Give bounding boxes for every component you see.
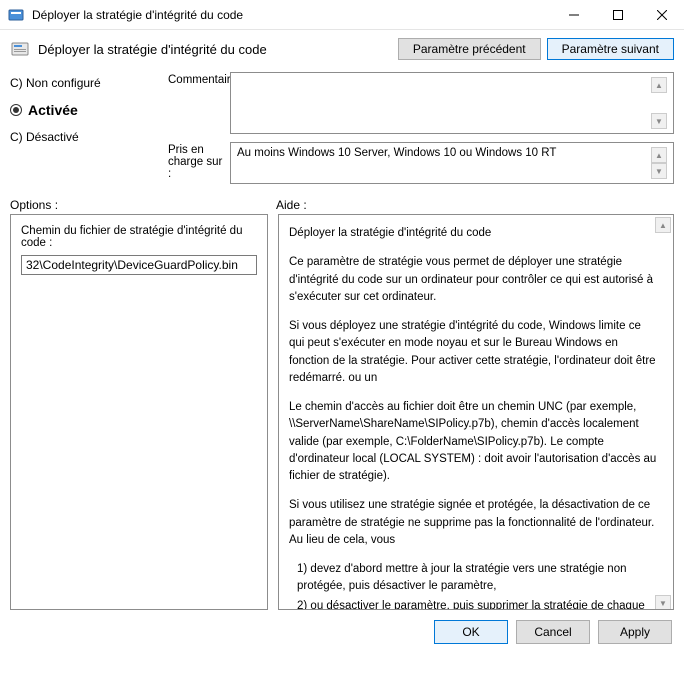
app-icon <box>8 7 24 23</box>
radio-not-configured[interactable]: C) Non configuré <box>10 76 150 90</box>
help-p1: Ce paramètre de stratégie vous permet de… <box>289 254 657 306</box>
help-p6: 2) ou désactiver le paramètre, puis supp… <box>289 598 657 611</box>
ok-button[interactable]: OK <box>434 620 508 644</box>
titlebar: Déployer la stratégie d'intégrité du cod… <box>0 0 684 30</box>
window-title: Déployer la stratégie d'intégrité du cod… <box>32 8 552 22</box>
header: Déployer la stratégie d'intégrité du cod… <box>0 30 684 68</box>
scroll-up-icon[interactable]: ▲ <box>651 147 667 163</box>
prev-setting-button[interactable]: Paramètre précédent <box>398 38 541 60</box>
comment-label: Commentaire: <box>160 72 226 86</box>
scroll-down-icon[interactable]: ▼ <box>651 163 667 179</box>
footer: OK Cancel Apply <box>0 610 684 654</box>
scroll-up-icon[interactable]: ▲ <box>651 77 667 93</box>
filepath-label: Chemin du fichier de stratégie d'intégri… <box>21 225 257 249</box>
apply-button[interactable]: Apply <box>598 620 672 644</box>
scroll-down-icon[interactable]: ▼ <box>651 113 667 129</box>
radio-disabled-label: C) Désactivé <box>10 130 79 144</box>
supported-label: Pris en charge sur : <box>160 142 226 180</box>
help-section-label: Aide : <box>276 198 674 212</box>
supported-value: Au moins Windows 10 Server, Windows 10 o… <box>237 147 651 179</box>
filepath-input[interactable] <box>21 255 257 275</box>
radio-enabled[interactable]: Activée <box>10 102 150 118</box>
maximize-button[interactable] <box>596 0 640 30</box>
supported-textbox: Au moins Windows 10 Server, Windows 10 o… <box>230 142 674 184</box>
next-setting-button[interactable]: Paramètre suivant <box>547 38 674 60</box>
state-radiogroup: C) Non configuré Activée C) Désactivé <box>0 68 150 188</box>
help-p2: Si vous déployez une stratégie d'intégri… <box>289 318 657 387</box>
window-buttons <box>552 0 684 30</box>
comment-value <box>237 77 651 129</box>
scroll-up-icon[interactable]: ▲ <box>655 217 671 233</box>
comment-textbox[interactable]: ▲ ▼ <box>230 72 674 134</box>
help-p3: Le chemin d'accès au fichier doit être u… <box>289 399 657 485</box>
minimize-button[interactable] <box>552 0 596 30</box>
scroll-down-icon[interactable]: ▼ <box>655 595 671 610</box>
help-pane: Déployer la stratégie d'intégrité du cod… <box>278 214 674 610</box>
radio-enabled-label: Activée <box>28 102 78 118</box>
help-text: Déployer la stratégie d'intégrité du cod… <box>289 225 663 599</box>
radio-icon <box>10 104 22 116</box>
options-pane: Chemin du fichier de stratégie d'intégri… <box>10 214 268 610</box>
help-p5: 1) devez d'abord mettre à jour la straté… <box>289 561 657 596</box>
radio-not-configured-label: C) Non configuré <box>10 76 101 90</box>
help-title: Déployer la stratégie d'intégrité du cod… <box>289 225 657 242</box>
policy-icon <box>10 39 30 59</box>
radio-disabled[interactable]: C) Désactivé <box>10 130 150 144</box>
header-title: Déployer la stratégie d'intégrité du cod… <box>38 42 398 57</box>
help-p4: Si vous utilisez une stratégie signée et… <box>289 497 657 549</box>
close-button[interactable] <box>640 0 684 30</box>
options-section-label: Options : <box>10 198 276 212</box>
cancel-button[interactable]: Cancel <box>516 620 590 644</box>
